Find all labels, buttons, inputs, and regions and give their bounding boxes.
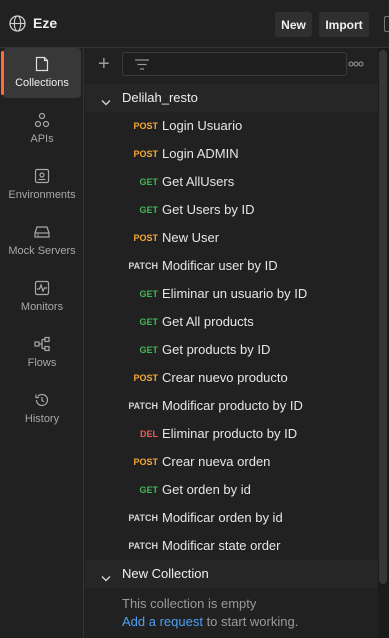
request-name: Modificar orden by id: [162, 510, 283, 525]
request-name: New User: [162, 230, 220, 245]
workspace-name[interactable]: Eze: [33, 15, 57, 31]
request-name: Get orden by id: [162, 482, 251, 497]
collections-toolbar: +: [85, 48, 378, 82]
request-item[interactable]: GET Get AllUsers: [85, 168, 378, 196]
add-request-suffix: to start working.: [202, 614, 299, 629]
request-item[interactable]: POST Login ADMIN: [85, 140, 378, 168]
collection-row[interactable]: New Collection: [85, 560, 378, 588]
request-method-badge: PATCH: [128, 541, 158, 551]
request-name: Get AllUsers: [162, 174, 235, 189]
request-method-badge: PATCH: [128, 401, 158, 411]
sidebar-item-label: Monitors: [20, 301, 64, 313]
request-name: Get products by ID: [162, 342, 271, 357]
sidebar: Collections APIs Environments Mock Serve…: [0, 48, 84, 638]
workspace-globe-icon: [9, 15, 26, 32]
history-icon: [35, 393, 49, 407]
collections-panel: + Delilah_resto POST Login Usuario POST Logi…: [85, 48, 378, 638]
request-item[interactable]: POST Crear nuevo producto: [85, 364, 378, 392]
chevron-down-icon[interactable]: [101, 94, 111, 112]
flows-icon: [34, 336, 50, 352]
sidebar-item-label: History: [24, 413, 60, 425]
sidebar-toggle-icon[interactable]: [384, 16, 389, 32]
collection-name: Delilah_resto: [122, 90, 198, 105]
request-method-badge: GET: [139, 205, 158, 215]
request-method-badge: GET: [139, 345, 158, 355]
request-item[interactable]: GET Get products by ID: [85, 336, 378, 364]
request-method-badge: POST: [133, 233, 158, 243]
request-method-badge: PATCH: [128, 513, 158, 523]
request-item[interactable]: GET Get All products: [85, 308, 378, 336]
request-item[interactable]: POST Crear nueva orden: [85, 448, 378, 476]
request-name: Login Usuario: [162, 118, 243, 133]
request-name: Crear nueva orden: [162, 454, 271, 469]
request-item[interactable]: GET Eliminar un usuario by ID: [85, 280, 378, 308]
sidebar-item-label: Collections: [15, 77, 69, 89]
request-name: Eliminar producto by ID: [162, 426, 298, 441]
sidebar-item-label: Flows: [27, 357, 57, 369]
chevron-down-icon[interactable]: [101, 570, 111, 588]
environments-icon: [34, 168, 50, 184]
request-item[interactable]: PATCH Modificar orden by id: [85, 504, 378, 532]
request-item[interactable]: GET Get orden by id: [85, 476, 378, 504]
sidebar-item-label: Environments: [8, 189, 76, 201]
request-method-badge: POST: [133, 121, 158, 131]
new-button[interactable]: New: [275, 12, 312, 37]
add-collection-icon[interactable]: +: [98, 54, 110, 74]
sidebar-item-environments[interactable]: Environments: [3, 160, 81, 210]
request-method-badge: GET: [139, 289, 158, 299]
request-name: Get Users by ID: [162, 202, 255, 217]
sidebar-item-label: Mock Servers: [8, 245, 76, 257]
request-item[interactable]: POST Login Usuario: [85, 112, 378, 140]
request-item[interactable]: PATCH Modificar state order: [85, 532, 378, 560]
request-name: Get All products: [162, 314, 254, 329]
mock-servers-icon: [34, 226, 50, 238]
request-name: Modificar user by ID: [162, 258, 278, 273]
request-method-badge: POST: [133, 149, 158, 159]
scrollbar-thumb[interactable]: [379, 50, 387, 584]
more-options-icon[interactable]: [348, 52, 364, 72]
sidebar-item-monitors[interactable]: Monitors: [3, 272, 81, 322]
apis-icon: [34, 112, 50, 128]
request-name: Login ADMIN: [162, 146, 239, 161]
sidebar-item-mock-servers[interactable]: Mock Servers: [3, 216, 81, 266]
collection-name: New Collection: [122, 566, 209, 581]
request-method-badge: GET: [139, 485, 158, 495]
request-item[interactable]: DEL Eliminar producto by ID: [85, 420, 378, 448]
request-name: Modificar producto by ID: [162, 398, 303, 413]
sidebar-item-flows[interactable]: Flows: [3, 328, 81, 378]
request-item[interactable]: PATCH Modificar producto by ID: [85, 392, 378, 420]
filter-input[interactable]: [122, 52, 347, 76]
filter-icon: [135, 59, 149, 70]
request-item[interactable]: POST New User: [85, 224, 378, 252]
import-button[interactable]: Import: [319, 12, 369, 37]
monitors-icon: [34, 280, 50, 296]
request-name: Modificar state order: [162, 538, 281, 553]
request-method-badge: POST: [133, 457, 158, 467]
header-bar: Eze New Import: [0, 0, 389, 48]
request-method-badge: DEL: [140, 429, 158, 439]
request-item[interactable]: PATCH Modificar user by ID: [85, 252, 378, 280]
request-method-badge: PATCH: [128, 261, 158, 271]
request-method-badge: POST: [133, 373, 158, 383]
sidebar-item-label: APIs: [30, 133, 54, 145]
request-name: Eliminar un usuario by ID: [162, 286, 308, 301]
request-method-badge: GET: [139, 317, 158, 327]
sidebar-item-apis[interactable]: APIs: [3, 104, 81, 154]
request-method-badge: GET: [139, 177, 158, 187]
sidebar-item-history[interactable]: History: [3, 384, 81, 434]
add-request-link[interactable]: Add a request: [122, 614, 203, 629]
collection-row[interactable]: Delilah_resto: [85, 84, 378, 112]
sidebar-item-collections[interactable]: Collections: [1, 48, 81, 98]
add-request-hint: Add a request to start working.: [122, 614, 298, 629]
collections-icon: [35, 56, 49, 72]
empty-collection-message: This collection is empty: [122, 596, 257, 611]
request-name: Crear nuevo producto: [162, 370, 288, 385]
request-item[interactable]: GET Get Users by ID: [85, 196, 378, 224]
